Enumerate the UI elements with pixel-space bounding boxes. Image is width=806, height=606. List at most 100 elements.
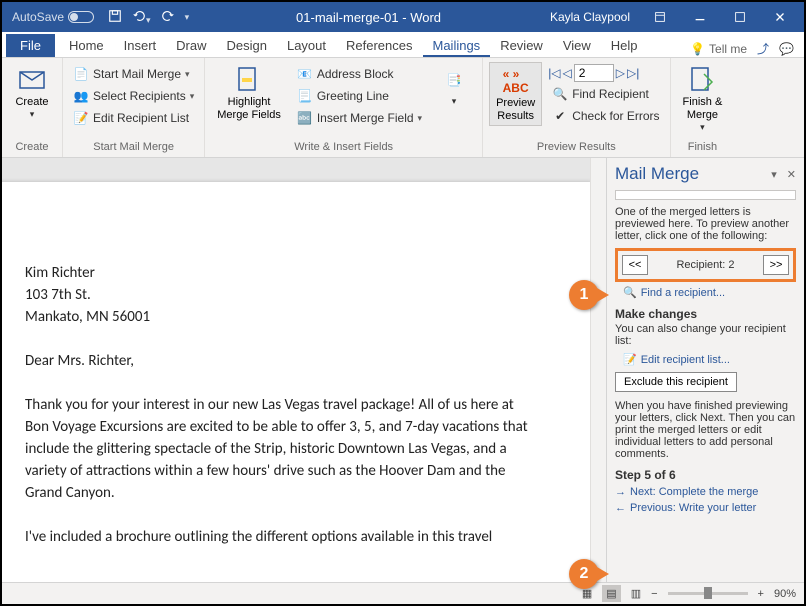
- next-step-link[interactable]: → Next: Complete the merge: [615, 486, 796, 498]
- prev-record-icon[interactable]: ◁: [563, 66, 572, 80]
- group-create: Create ▾ Create: [2, 58, 63, 157]
- next-record-icon[interactable]: ▷: [616, 66, 625, 80]
- edit-recipient-list-link[interactable]: 📝 Edit recipient list...: [623, 353, 796, 366]
- pane-body: One of the merged letters is previewed h…: [607, 204, 804, 582]
- autosave-toggle[interactable]: AutoSave: [6, 10, 100, 24]
- zoom-level[interactable]: 90%: [774, 588, 796, 600]
- pane-close-icon[interactable]: ✕: [777, 168, 796, 181]
- last-record-icon[interactable]: ▷|: [627, 66, 639, 80]
- vertical-scrollbar[interactable]: [590, 158, 606, 582]
- create-envelopes-button[interactable]: Create ▾: [8, 62, 56, 122]
- status-bar: ▦ ▤ ▥ − + 90%: [2, 582, 804, 604]
- ribbon-tabs: File Home Insert Draw Design Layout Refe…: [2, 32, 804, 58]
- greeting-icon: 📃: [297, 88, 313, 104]
- quick-access-toolbar: ▾ ▾: [100, 9, 197, 26]
- greeting-line: Dear Mrs. Richter,: [25, 350, 532, 372]
- find-recipient-button[interactable]: 🔍Find Recipient: [548, 84, 663, 104]
- user-name[interactable]: Kayla Claypool: [540, 10, 640, 24]
- pane-dropdown[interactable]: [615, 190, 796, 200]
- tab-design[interactable]: Design: [217, 34, 277, 57]
- lightbulb-icon: 💡: [690, 42, 705, 56]
- envelope-icon: [16, 64, 48, 96]
- close-icon[interactable]: [760, 2, 800, 32]
- autosave-label: AutoSave: [12, 10, 64, 24]
- finish-icon: [686, 64, 718, 96]
- next-recipient-button[interactable]: >>: [763, 255, 789, 275]
- tab-references[interactable]: References: [336, 34, 422, 57]
- tab-home[interactable]: Home: [59, 34, 114, 57]
- share-icon[interactable]: ⤴: [757, 40, 769, 57]
- preview-icon: « »ABC: [500, 65, 532, 97]
- tab-mailings[interactable]: Mailings: [423, 34, 491, 57]
- zoom-slider[interactable]: [668, 592, 748, 595]
- check-errors-button[interactable]: ✔Check for Errors: [548, 106, 663, 126]
- mail-merge-pane: Mail Merge ▾ ✕ One of the merged letters…: [606, 158, 804, 582]
- ribbon: Create ▾ Create 📄Start Mail Merge▾ 👥Sele…: [2, 58, 804, 158]
- print-layout-icon[interactable]: ▤: [602, 585, 620, 602]
- tab-view[interactable]: View: [553, 34, 601, 57]
- record-navigation: |◁ ◁ ▷ ▷|: [548, 64, 663, 82]
- tab-file[interactable]: File: [6, 34, 55, 57]
- find-icon: 🔍: [552, 86, 568, 102]
- undo-icon[interactable]: ▾: [132, 9, 151, 26]
- zoom-out-icon[interactable]: −: [651, 588, 657, 600]
- recipient-navigator: << Recipient: 2 >>: [615, 248, 796, 282]
- pane-header: Mail Merge ▾ ✕: [607, 158, 804, 190]
- group-preview-results: « »ABC Preview Results |◁ ◁ ▷ ▷| 🔍Find R…: [483, 58, 670, 157]
- callout-1: 1: [569, 280, 599, 310]
- title-bar: AutoSave ▾ ▾ 01-mail-merge-01 - Word Kay…: [2, 2, 804, 32]
- make-changes-heading: Make changes: [615, 307, 796, 321]
- tab-draw[interactable]: Draw: [166, 34, 216, 57]
- search-icon: 🔍: [623, 286, 637, 299]
- arrow-right-icon: →: [615, 486, 626, 498]
- group-write-insert: Highlight Merge Fields 📧Address Block 📃G…: [205, 58, 483, 157]
- address-block-button[interactable]: 📧Address Block: [293, 64, 426, 84]
- tab-insert[interactable]: Insert: [114, 34, 167, 57]
- start-mail-merge-button[interactable]: 📄Start Mail Merge▾: [69, 64, 198, 84]
- document-page[interactable]: Kim Richter 103 7th St. Mankato, MN 5600…: [2, 182, 592, 582]
- rules-button[interactable]: 📑 ▾: [432, 62, 476, 109]
- maximize-icon[interactable]: [720, 2, 760, 32]
- highlight-merge-fields-button[interactable]: Highlight Merge Fields: [211, 62, 287, 124]
- edit-icon: 📝: [623, 353, 637, 366]
- toggle-off-icon: [68, 11, 94, 23]
- recipient-label: Recipient: 2: [654, 259, 757, 271]
- prev-recipient-button[interactable]: <<: [622, 255, 648, 275]
- tab-help[interactable]: Help: [601, 34, 648, 57]
- body-para-2: I've included a brochure outlining the d…: [25, 526, 532, 548]
- edit-list-icon: 📝: [73, 110, 89, 126]
- rules-icon: 📑: [438, 64, 470, 96]
- comments-icon[interactable]: 💬: [779, 42, 794, 56]
- edit-recipient-list-button[interactable]: 📝Edit Recipient List: [69, 108, 198, 128]
- address-icon: 📧: [297, 66, 313, 82]
- tab-review[interactable]: Review: [490, 34, 553, 57]
- insert-merge-field-button[interactable]: 🔤Insert Merge Field▾: [293, 108, 426, 128]
- tell-me[interactable]: 💡 Tell me: [690, 42, 747, 56]
- finish-merge-button[interactable]: Finish & Merge ▾: [677, 62, 729, 135]
- recipient-city: Mankato, MN 56001: [25, 306, 532, 328]
- pane-title: Mail Merge: [615, 164, 771, 184]
- ribbon-display-icon[interactable]: [640, 2, 680, 32]
- record-input[interactable]: [574, 64, 614, 82]
- arrow-left-icon: ←: [615, 502, 626, 514]
- first-record-icon[interactable]: |◁: [548, 66, 560, 80]
- greeting-line-button[interactable]: 📃Greeting Line: [293, 86, 426, 106]
- recipients-icon: 👥: [73, 88, 89, 104]
- exclude-recipient-button[interactable]: Exclude this recipient: [615, 372, 737, 392]
- find-recipient-link[interactable]: 🔍 Find a recipient...: [623, 286, 796, 299]
- preview-results-button[interactable]: « »ABC Preview Results: [489, 62, 542, 126]
- change-hint: You can also change your recipient list:: [615, 323, 796, 347]
- save-icon[interactable]: [108, 9, 122, 26]
- select-recipients-button[interactable]: 👥Select Recipients▾: [69, 86, 198, 106]
- recipient-street: 103 7th St.: [25, 284, 532, 306]
- tab-layout[interactable]: Layout: [277, 34, 336, 57]
- preview-hint: One of the merged letters is previewed h…: [615, 206, 796, 242]
- qat-dropdown-icon[interactable]: ▾: [185, 12, 190, 23]
- document-title: 01-mail-merge-01 - Word: [197, 10, 540, 25]
- prev-step-link[interactable]: ← Previous: Write your letter: [615, 502, 796, 514]
- zoom-in-icon[interactable]: +: [758, 588, 764, 600]
- minimize-icon[interactable]: [680, 2, 720, 32]
- highlight-icon: [233, 64, 265, 96]
- redo-icon[interactable]: [161, 9, 175, 26]
- web-layout-icon[interactable]: ▥: [631, 587, 641, 600]
